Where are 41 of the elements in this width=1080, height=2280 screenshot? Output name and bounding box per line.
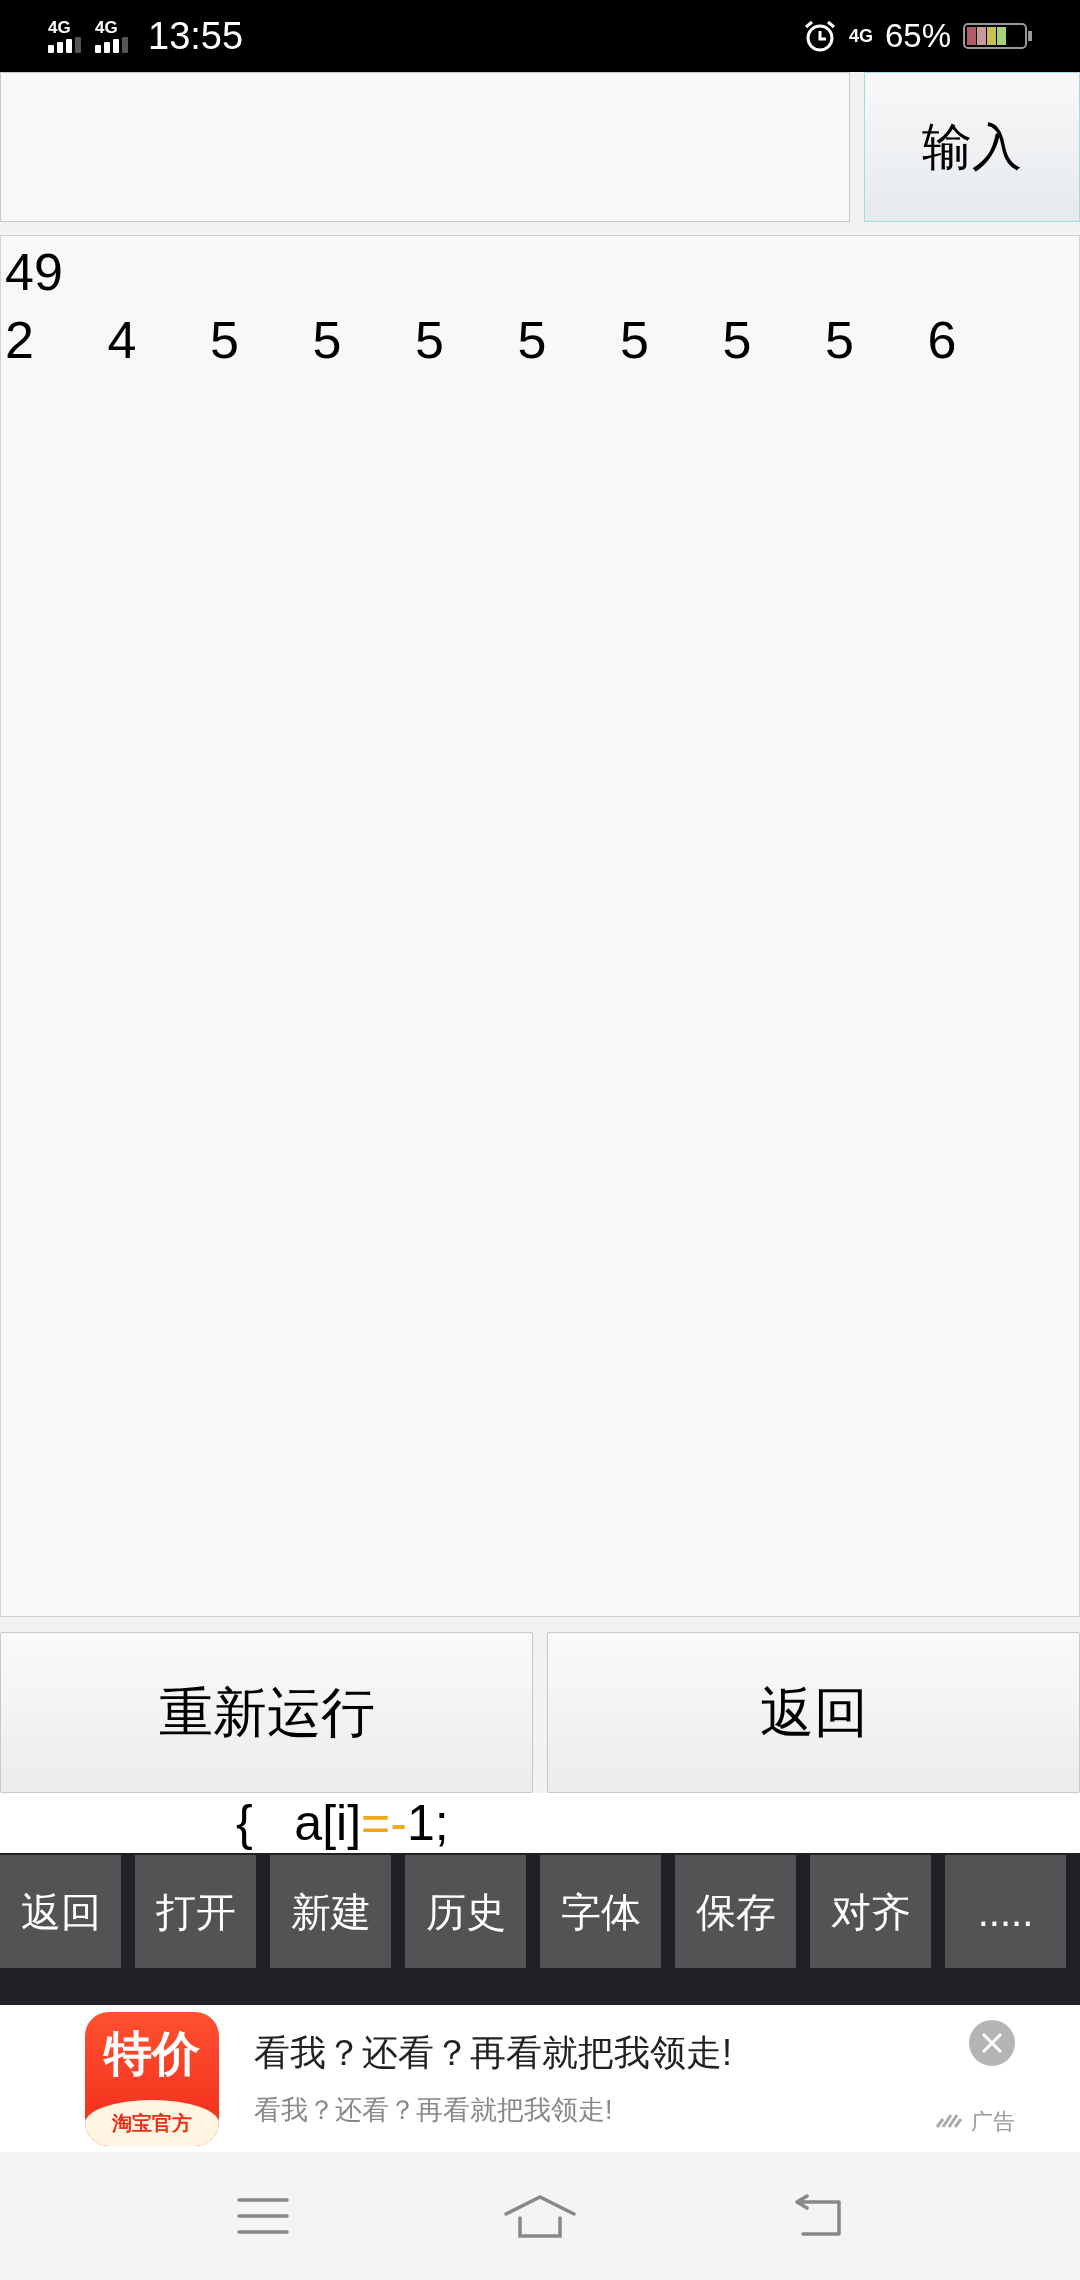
output-text: 2 <box>5 310 35 370</box>
output-text: 4 <box>107 310 138 370</box>
action-button[interactable]: 重新运行 <box>0 1632 533 1793</box>
action-button[interactable]: 返回 <box>547 1632 1080 1793</box>
toolbar-button[interactable]: 返回 <box>0 1855 121 1968</box>
output-text: 5 <box>517 310 548 370</box>
output-text: 6 <box>927 310 958 370</box>
toolbar-button[interactable]: 历史 <box>405 1855 526 1968</box>
network-label: 4G <box>95 19 118 37</box>
toolbar-button[interactable]: 打开 <box>135 1855 256 1968</box>
icon-label: 特价 <box>104 2025 200 2082</box>
input-field[interactable] <box>0 72 850 222</box>
output-text: 5 <box>210 310 240 370</box>
toolbar-button[interactable]: 保存 <box>675 1855 796 1968</box>
input-button[interactable]: 输入 <box>864 72 1080 222</box>
toolbar-button[interactable]: 对齐 <box>810 1855 931 1968</box>
network-label: 4G <box>848 24 873 48</box>
output-text: 5 <box>825 310 855 370</box>
signal-icon <box>95 37 128 53</box>
home-icon[interactable] <box>504 2194 576 2238</box>
clock-time: 13:55 <box>148 13 244 59</box>
output-text: 5 <box>620 310 650 370</box>
icon-label: 淘宝官方 <box>112 2110 192 2136</box>
ad-title: 看我？还看？再看就把我领走! <box>254 2031 733 2076</box>
toolbar-button[interactable]: ..... <box>945 1855 1066 1968</box>
network-label: 4G <box>48 19 71 37</box>
code-line: { a[i]=-1; <box>236 1794 449 1852</box>
toolbar-button[interactable]: 字体 <box>540 1855 661 1968</box>
output-text: 49 <box>5 242 64 302</box>
ad-label: 广告 <box>971 2107 1015 2136</box>
close-icon[interactable] <box>969 2019 1015 2066</box>
ad-mark-icon <box>935 2113 965 2129</box>
battery-percent: 65% <box>884 16 951 57</box>
toolbar-button[interactable]: 新建 <box>270 1855 391 1968</box>
alarm-icon <box>802 19 837 53</box>
signal-icon <box>48 37 81 53</box>
output-text: 5 <box>722 310 753 370</box>
ad-subtitle: 看我？还看？再看就把我领走! <box>254 2094 614 2128</box>
output-text: 5 <box>312 310 343 370</box>
menu-icon[interactable] <box>237 2196 290 2236</box>
output-text: 5 <box>415 310 445 370</box>
